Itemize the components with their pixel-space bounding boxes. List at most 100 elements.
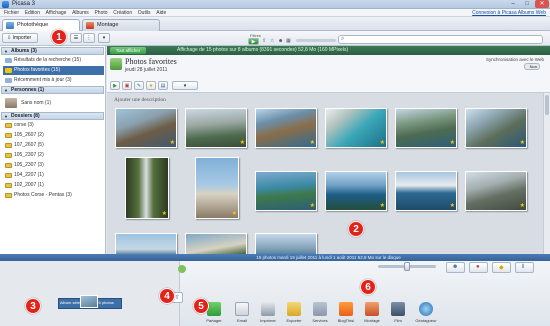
menu-fichier[interactable]: Fichier xyxy=(4,9,19,17)
photo-thumbnail[interactable]: ★ xyxy=(115,108,177,148)
album-title[interactable]: Photos favorites xyxy=(125,57,177,66)
menu-albums[interactable]: Albums xyxy=(72,9,89,17)
play-slideshow-button[interactable]: ▶ xyxy=(248,38,259,45)
search-input[interactable]: ⌕ xyxy=(338,35,543,44)
date-filter-slider[interactable] xyxy=(296,39,336,42)
sidebar-item-recent[interactable]: Récemment mis à jour (3) xyxy=(3,76,104,85)
sidebar-item-unnamed-person[interactable]: Sans nom (1) xyxy=(3,96,104,110)
album-print-button[interactable]: ▣ xyxy=(122,81,132,90)
tab-phototheque[interactable]: Photothèque xyxy=(2,19,80,31)
menu-outils[interactable]: Outils xyxy=(138,9,151,17)
blogthis-button[interactable]: BlogThis! xyxy=(334,302,358,323)
album-date[interactable]: jeudi 28 juillet 2011 xyxy=(125,67,167,73)
folder-icon xyxy=(5,123,12,128)
grid-scrollbar[interactable] xyxy=(543,93,550,254)
tab-bar: Photothèque Montage xyxy=(0,17,550,31)
movie-button[interactable]: Film xyxy=(386,302,410,323)
sidebar-item-favorites[interactable]: Photos favorites (15) xyxy=(3,66,104,75)
video-filter-icon[interactable]: ▦ xyxy=(286,38,291,44)
photo-thumbnail[interactable]: ★ xyxy=(255,108,317,148)
sidebar-folder-item[interactable]: Photos Corse - Pentax (3) xyxy=(3,191,104,200)
tags-panel-button[interactable]: ◆ xyxy=(492,262,511,273)
view-list-button[interactable]: ☰ xyxy=(70,33,82,43)
slider-handle[interactable] xyxy=(404,262,410,271)
menu-aide[interactable]: Aide xyxy=(156,9,166,17)
sidebar-folder-item[interactable]: 107_2607 (5) xyxy=(3,141,104,150)
folder-icon xyxy=(5,153,12,158)
tab-montage[interactable]: Montage xyxy=(82,19,160,31)
hold-green-icon[interactable] xyxy=(178,265,186,273)
places-panel-button[interactable]: ● xyxy=(469,262,488,273)
scrollbar-thumb[interactable] xyxy=(545,95,549,115)
photo-thumbnail[interactable]: ★ xyxy=(325,171,387,211)
tray-thumbnail[interactable] xyxy=(80,295,98,308)
library-icon xyxy=(6,22,14,29)
thumbnail-size-slider[interactable] xyxy=(378,262,436,271)
menu-creation[interactable]: Création xyxy=(113,9,132,17)
email-button[interactable]: Email xyxy=(230,302,254,323)
album-share-dropdown[interactable]: ▾ xyxy=(172,81,198,90)
album-slideshow-button[interactable]: ▶ xyxy=(110,81,120,90)
callout-badge-2: 2 xyxy=(348,221,364,237)
menu-photo[interactable]: Photo xyxy=(94,9,107,17)
sidebar-folder-item[interactable]: 105_2307 (3) xyxy=(3,161,104,170)
menu-edition[interactable]: Edition xyxy=(25,9,40,17)
album-star-button[interactable]: ★ xyxy=(146,81,156,90)
print-label: Imprimer xyxy=(260,318,276,323)
sort-button[interactable]: ▾ xyxy=(98,33,110,43)
sidebar-folder-item[interactable]: 104_2207 (1) xyxy=(3,171,104,180)
info-panel-button[interactable]: i xyxy=(515,262,534,273)
photo-thumbnail[interactable]: ★ xyxy=(395,171,457,211)
web-sync-state: Non xyxy=(529,64,537,69)
photo-thumbnail[interactable]: ★ xyxy=(125,157,169,219)
upload-filter-icon[interactable]: ⇧ xyxy=(262,38,267,44)
blogger-icon xyxy=(339,302,353,316)
star-filter-icon[interactable]: ☆ xyxy=(270,38,274,44)
sidebar-section-albums[interactable]: ▼ Albums (3) xyxy=(1,47,104,55)
geotag-button[interactable]: Géotagueur xyxy=(412,302,440,323)
star-icon: ★ xyxy=(231,211,237,217)
sidebar-section-people[interactable]: ▼ Personnes (1) xyxy=(1,86,104,94)
sidebar-folder-item[interactable]: 105_2307 (2) xyxy=(3,151,104,160)
sidebar-section-folders[interactable]: ▼ Dossiers (8) xyxy=(1,112,104,120)
album-properties-button[interactable]: ✎ xyxy=(134,81,144,90)
photo-thumbnail[interactable]: ★ xyxy=(465,108,527,148)
import-arrow-icon: ⇩ xyxy=(7,35,12,41)
export-label: Exporter xyxy=(286,318,302,323)
sidebar-item-label: Photos Corse - Pentax (3) xyxy=(14,192,72,198)
show-all-button[interactable]: Tout afficher xyxy=(110,47,146,54)
services-button[interactable]: Services xyxy=(308,302,332,323)
photo-thumbnail[interactable]: ★ xyxy=(195,157,239,219)
web-albums-login-link[interactable]: Connexion à Picasa Albums Web xyxy=(472,9,546,17)
import-button[interactable]: ⇩ Importer xyxy=(2,33,38,43)
export-button[interactable]: Exporter xyxy=(282,302,306,323)
person-filter-icon[interactable]: ☻ xyxy=(278,38,283,44)
photo-thumbnail[interactable]: ★ xyxy=(395,108,457,148)
collage-icon xyxy=(86,22,94,29)
clock-album-icon xyxy=(5,78,12,83)
menu-bar: Fichier Edition Affichage Albums Photo C… xyxy=(0,9,550,17)
web-sync-toggle[interactable]: Non xyxy=(524,63,540,70)
sidebar-item-search-results[interactable]: Résultats de la recherche (15) xyxy=(3,56,104,65)
minimize-button[interactable]: – xyxy=(506,0,520,8)
album-description-field[interactable]: Ajouter une description xyxy=(114,97,166,103)
people-panel-button[interactable]: ☻ xyxy=(446,262,465,273)
sidebar-folder-item[interactable]: 102_2007 (1) xyxy=(3,181,104,190)
sidebar-folder-item[interactable]: 105_2607 (2) xyxy=(3,131,104,140)
maximize-button[interactable]: □ xyxy=(520,0,534,8)
photo-thumbnail[interactable]: ★ xyxy=(255,171,317,211)
print-button[interactable]: Imprimer xyxy=(256,302,280,323)
sidebar-item-label: Photos favorites (15) xyxy=(14,67,61,73)
collage-button[interactable]: Montage xyxy=(360,302,384,323)
menu-affichage[interactable]: Affichage xyxy=(46,9,67,17)
album-export-button[interactable]: ▤ xyxy=(158,81,168,90)
photo-thumbnail[interactable]: ★ xyxy=(325,108,387,148)
share-label: Partager xyxy=(206,318,222,323)
photo-thumbnail[interactable]: ★ xyxy=(465,171,527,211)
view-tree-button[interactable]: ⋮ xyxy=(83,33,95,43)
album-icon xyxy=(110,58,122,70)
callout-badge-3: 3 xyxy=(25,298,41,314)
close-button[interactable]: ✕ xyxy=(535,0,549,8)
sidebar-folder-item[interactable]: corse (3) xyxy=(3,121,104,130)
photo-thumbnail[interactable]: ★ xyxy=(185,108,247,148)
